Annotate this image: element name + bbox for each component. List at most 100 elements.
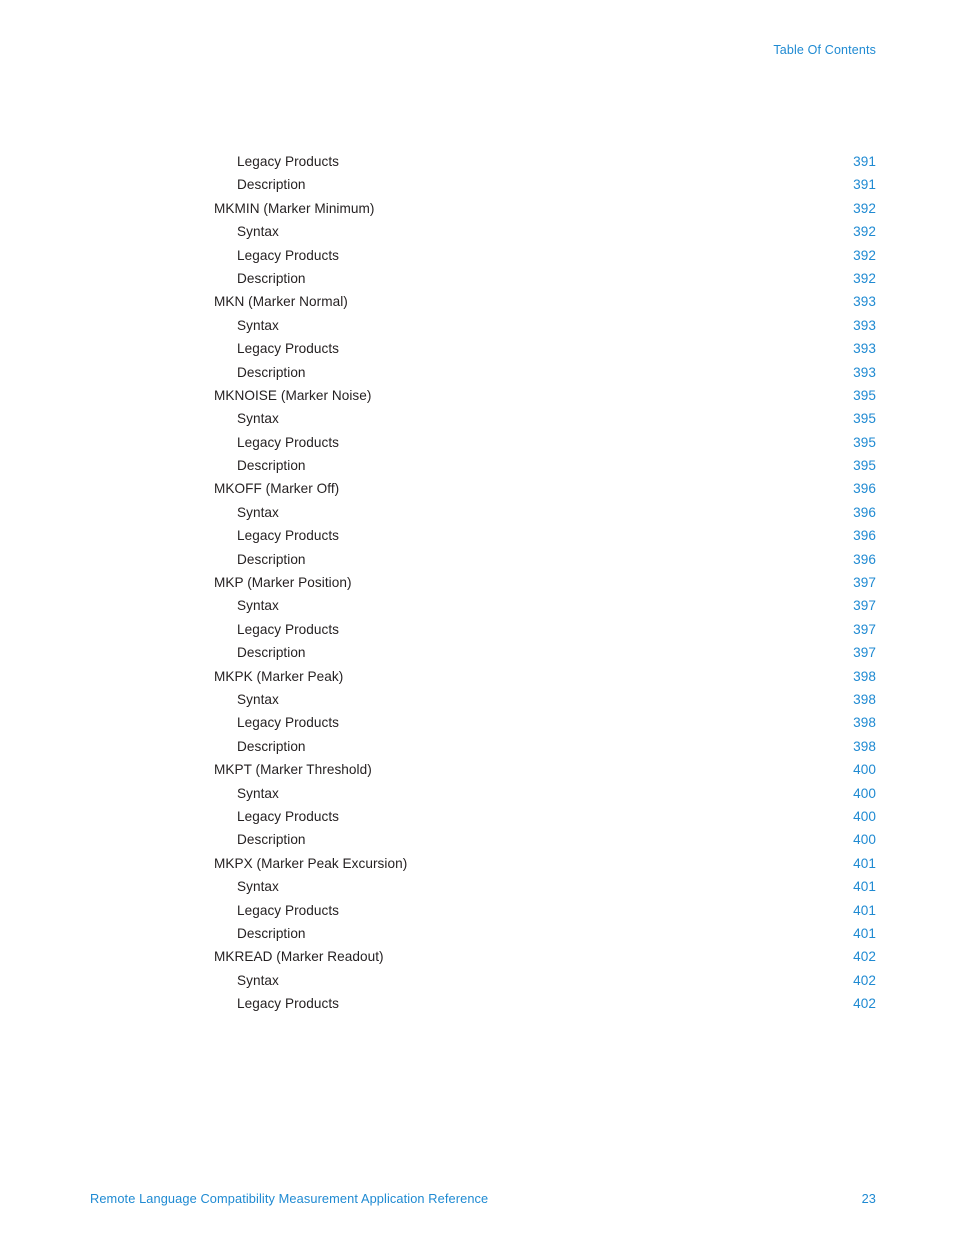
toc-entry[interactable]: Description 401	[214, 926, 876, 949]
toc-entry[interactable]: MKOFF (Marker Off) 396	[214, 481, 876, 504]
toc-entry[interactable]: Legacy Products 398	[214, 715, 876, 738]
toc-entry-title: Legacy Products	[237, 528, 340, 544]
toc-entry-page-number: 402	[853, 996, 876, 1012]
running-header-title: Table Of Contents	[773, 43, 876, 57]
toc-entry-page-number: 398	[853, 738, 876, 754]
toc-entry[interactable]: Description 398	[214, 739, 876, 762]
document-page: Table Of Contents Legacy Products 391 Desc…	[0, 0, 954, 1235]
toc-entry-page-number: 398	[853, 668, 876, 684]
toc-entry-page-number: 395	[853, 387, 876, 403]
toc-entry-title: Syntax	[237, 879, 279, 895]
toc-entry-page-number: 402	[853, 949, 876, 965]
toc-entry[interactable]: Legacy Products 391	[214, 154, 876, 177]
toc-entry[interactable]: Legacy Products 392	[214, 248, 876, 271]
toc-entry-page-number: 395	[853, 411, 876, 427]
toc-entry-page-number: 398	[853, 715, 876, 731]
toc-entry-title: Syntax	[237, 411, 279, 427]
toc-entry[interactable]: Description 391	[214, 177, 876, 200]
toc-entry-page-number: 396	[853, 481, 876, 497]
toc-entry-page-number: 396	[853, 551, 876, 567]
toc-entry[interactable]: Legacy Products 401	[214, 903, 876, 926]
toc-entry-title: Legacy Products	[237, 247, 340, 263]
toc-entry[interactable]: Legacy Products 402	[214, 996, 876, 1019]
toc-entry[interactable]: Legacy Products 400	[214, 809, 876, 832]
toc-entry-page-number: 400	[853, 832, 876, 848]
toc-entry[interactable]: MKNOISE (Marker Noise) 395	[214, 388, 876, 411]
toc-entry-title: Description	[237, 270, 306, 286]
toc-entry-title: Syntax	[237, 598, 279, 614]
toc-entry-title: MKPT (Marker Threshold)	[214, 762, 372, 778]
toc-entry[interactable]: MKREAD (Marker Readout) 402	[214, 949, 876, 972]
toc-entry[interactable]: Legacy Products 397	[214, 622, 876, 645]
toc-entry[interactable]: Description 400	[214, 832, 876, 855]
footer-document-title: Remote Language Compatibility Measuremen…	[90, 1191, 489, 1206]
footer-page-number: 23	[861, 1191, 876, 1206]
toc-entry-page-number: 392	[853, 247, 876, 263]
toc-entry-title: Legacy Products	[237, 996, 340, 1012]
toc-entry-page-number: 391	[853, 177, 876, 193]
toc-entry-page-number: 397	[853, 645, 876, 661]
toc-entry[interactable]: MKPX (Marker Peak Excursion) 401	[214, 856, 876, 879]
toc-entry-title: Legacy Products	[237, 154, 340, 169]
toc-entry[interactable]: Legacy Products 396	[214, 528, 876, 551]
toc-entry[interactable]: MKMIN (Marker Minimum) 392	[214, 201, 876, 224]
toc-entry[interactable]: Syntax 398	[214, 692, 876, 715]
toc-entry[interactable]: MKPT (Marker Threshold) 400	[214, 762, 876, 785]
toc-entry-title: MKPK (Marker Peak)	[214, 668, 344, 684]
toc-entry-page-number: 396	[853, 528, 876, 544]
toc-entry-title: Legacy Products	[237, 808, 340, 824]
toc-entry-title: Legacy Products	[237, 902, 340, 918]
toc-entry-title: Description	[237, 645, 306, 661]
toc-entry[interactable]: Syntax 397	[214, 598, 876, 621]
toc-entry-title: Description	[237, 177, 306, 193]
toc-entry-title: Description	[237, 458, 306, 474]
toc-entry-page-number: 391	[853, 154, 876, 169]
toc-entry-title: Description	[237, 832, 306, 848]
toc-entry[interactable]: Syntax 393	[214, 318, 876, 341]
toc-entry[interactable]: Syntax 402	[214, 973, 876, 996]
toc-entry[interactable]: Legacy Products 395	[214, 435, 876, 458]
toc-entry-page-number: 396	[853, 504, 876, 520]
toc-entry[interactable]: Syntax 396	[214, 505, 876, 528]
toc-entry[interactable]: Syntax 395	[214, 411, 876, 434]
toc-entry[interactable]: Syntax 401	[214, 879, 876, 902]
toc-entry[interactable]: Legacy Products 393	[214, 341, 876, 364]
toc-entry[interactable]: MKN (Marker Normal) 393	[214, 294, 876, 317]
toc-entry[interactable]: Description 397	[214, 645, 876, 668]
toc-entry-title: MKPX (Marker Peak Excursion)	[214, 855, 408, 871]
toc-entry-title: Syntax	[237, 224, 279, 240]
toc-entry-page-number: 401	[853, 855, 876, 871]
toc-entry-title: Description	[237, 925, 306, 941]
toc-entry-page-number: 392	[853, 270, 876, 286]
table-of-contents-list: Legacy Products 391 Description 391 MKMIN (M…	[214, 154, 876, 1019]
toc-entry-title: Description	[237, 738, 306, 754]
toc-entry[interactable]: Description 392	[214, 271, 876, 294]
toc-entry-title: MKREAD (Marker Readout)	[214, 949, 384, 965]
toc-entry[interactable]: MKPK (Marker Peak) 398	[214, 669, 876, 692]
toc-entry-page-number: 397	[853, 621, 876, 637]
toc-entry[interactable]: Description 395	[214, 458, 876, 481]
toc-entry-page-number: 397	[853, 575, 876, 591]
toc-entry[interactable]: Syntax 392	[214, 224, 876, 247]
toc-entry[interactable]: Description 396	[214, 552, 876, 575]
toc-entry-page-number: 401	[853, 879, 876, 895]
toc-entry-page-number: 398	[853, 691, 876, 707]
toc-entry[interactable]: Description 393	[214, 365, 876, 388]
toc-entry-title: MKMIN (Marker Minimum)	[214, 200, 375, 216]
toc-entry-title: Legacy Products	[237, 715, 340, 731]
toc-entry-title: Description	[237, 364, 306, 380]
toc-entry-page-number: 393	[853, 341, 876, 357]
toc-entry-title: MKP (Marker Position)	[214, 575, 352, 591]
toc-entry[interactable]: MKP (Marker Position) 397	[214, 575, 876, 598]
toc-entry-page-number: 402	[853, 972, 876, 988]
toc-entry-page-number: 393	[853, 364, 876, 380]
toc-entry-title: MKN (Marker Normal)	[214, 294, 348, 310]
toc-entry-page-number: 392	[853, 224, 876, 240]
running-footer: Remote Language Compatibility Measuremen…	[90, 1191, 876, 1235]
toc-entry-title: Syntax	[237, 972, 279, 988]
toc-entry-title: MKOFF (Marker Off)	[214, 481, 340, 497]
toc-entry-page-number: 400	[853, 762, 876, 778]
toc-entry[interactable]: Syntax 400	[214, 786, 876, 809]
toc-entry-title: Syntax	[237, 317, 279, 333]
toc-entry-page-number: 395	[853, 458, 876, 474]
